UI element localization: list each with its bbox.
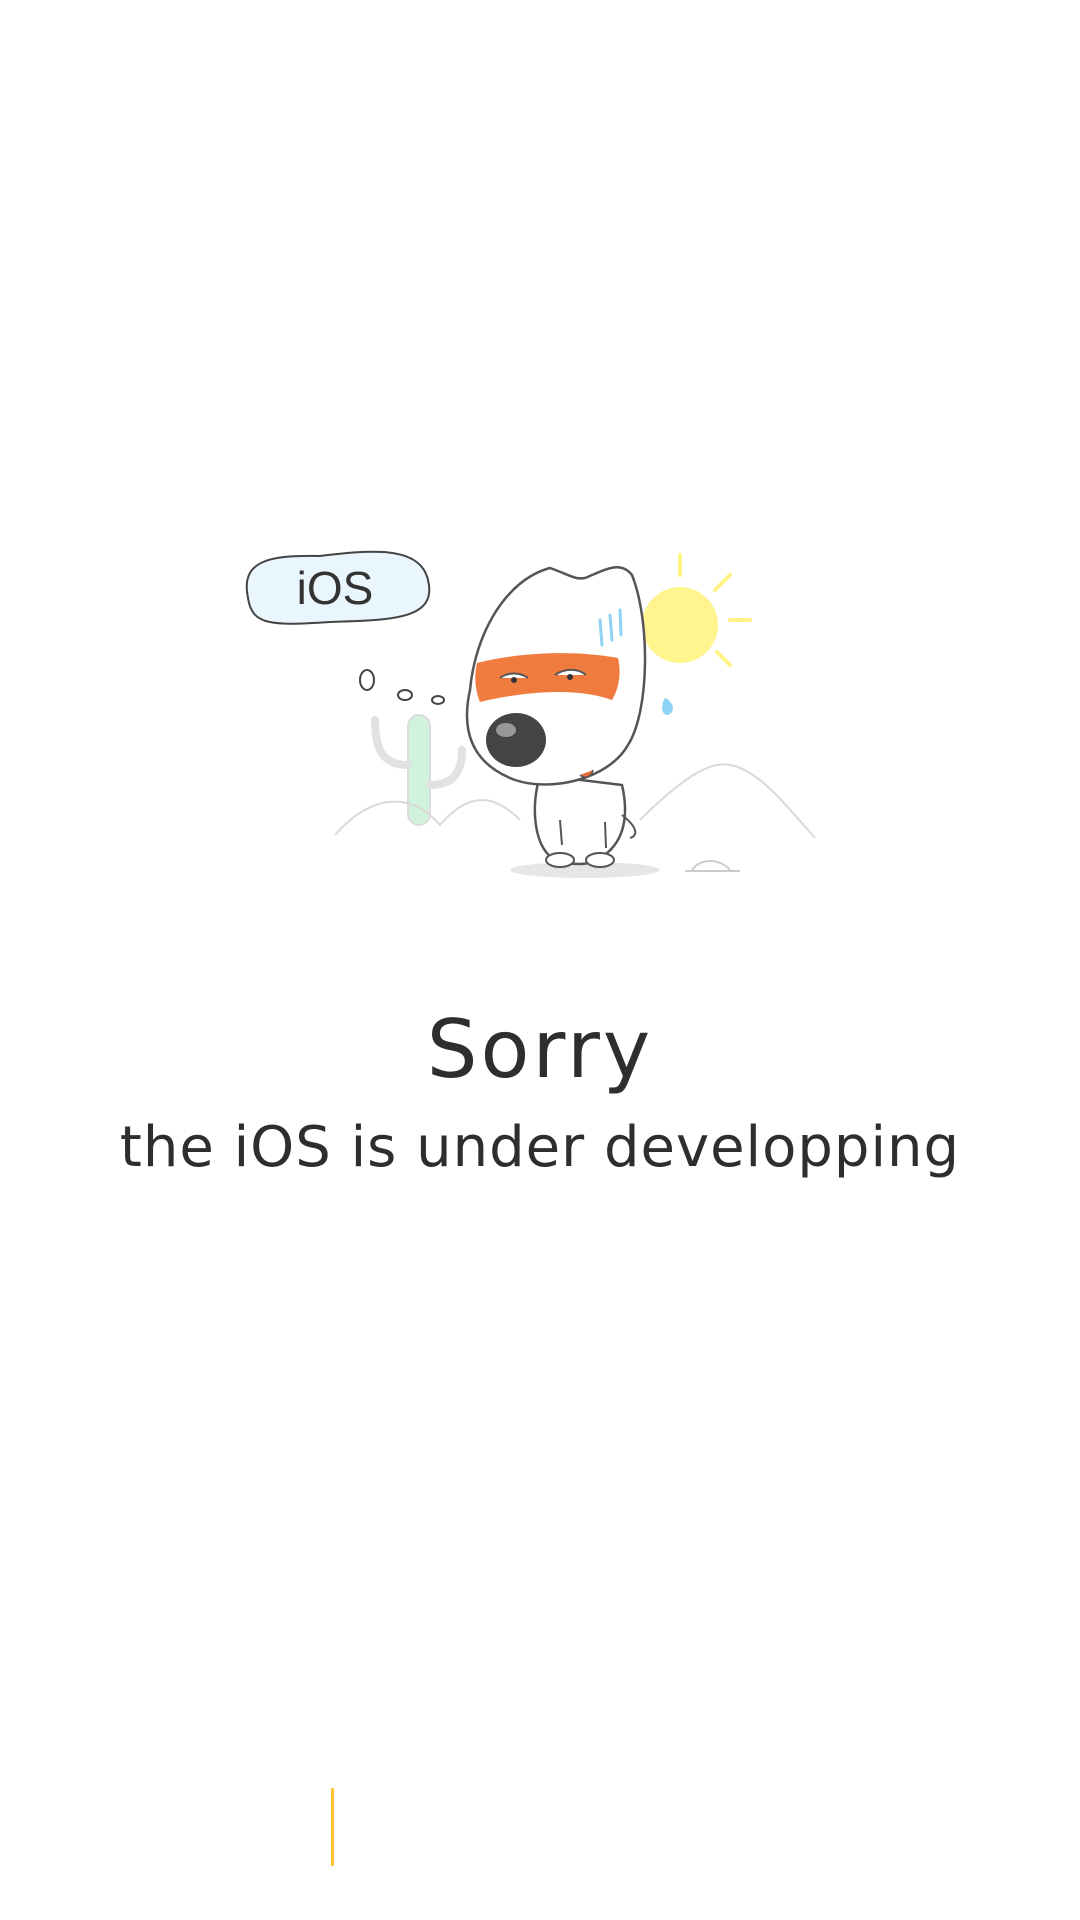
status-message: the iOS is under developping [119,1115,961,1180]
bottom-accent-line [331,1788,334,1866]
cactus-icon [371,714,466,826]
page-title: Sorry [426,1003,654,1096]
mascot-dog-icon [465,566,673,868]
thought-bubble: iOS [245,550,445,705]
bubble-text: iOS [297,562,374,614]
mascot-illustration: iOS [230,540,830,890]
sun-icon [642,553,752,667]
